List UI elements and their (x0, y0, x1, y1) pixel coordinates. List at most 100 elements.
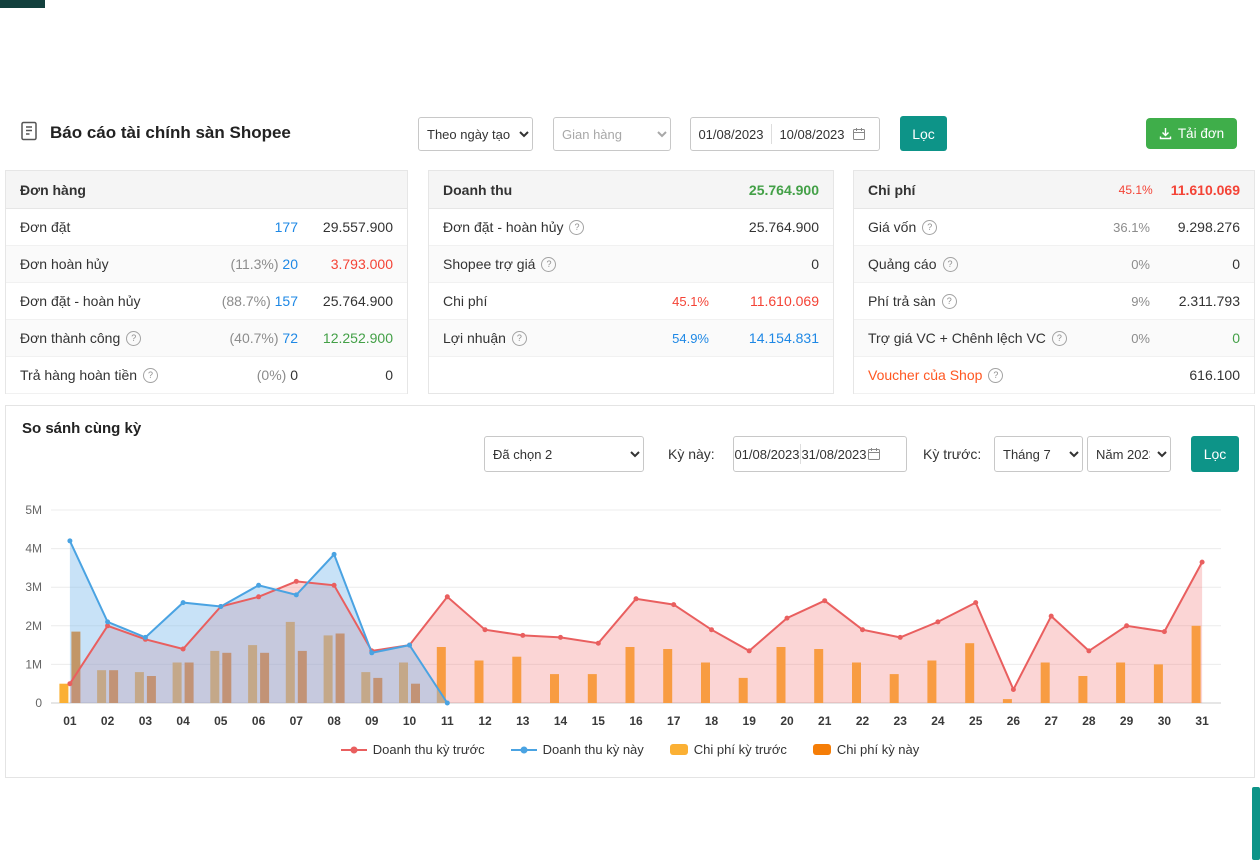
row-label: Trả hàng hoàn tiền (20, 367, 137, 383)
prev-year-select[interactable]: Năm 2023 (1087, 436, 1171, 472)
svg-text:08: 08 (327, 714, 341, 728)
costs-panel-title: Chi phí (868, 182, 915, 198)
svg-text:1M: 1M (25, 657, 42, 671)
row-value: 29.557.900 (298, 219, 393, 235)
date-from-input[interactable] (691, 127, 771, 142)
info-icon[interactable]: ? (1052, 331, 1067, 346)
legend-line-marker (341, 744, 367, 756)
row-value: 25.764.900 (709, 219, 819, 235)
row-value: 14.154.831 (709, 330, 819, 346)
metric-select[interactable]: Đã chọn 2 (484, 436, 644, 472)
panel-row: Quảng cáo?0%0 (854, 246, 1254, 283)
svg-text:14: 14 (554, 714, 568, 728)
row-label: Đơn hoàn hủy (20, 256, 109, 272)
panel-row: Đơn đặt17729.557.900 (6, 209, 407, 246)
download-button-label: Tải đơn (1178, 126, 1224, 141)
svg-text:01: 01 (63, 714, 77, 728)
filter-button[interactable]: Lọc (900, 116, 947, 151)
legend-bar-marker (813, 744, 831, 755)
store-select[interactable]: Gian hàng (553, 117, 671, 151)
this-period-label: Kỳ này: (668, 446, 715, 462)
svg-text:3M: 3M (25, 580, 42, 594)
comparison-section: So sánh cùng kỳ Đã chọn 2 Kỳ này: Kỳ trư… (5, 405, 1255, 778)
svg-text:5M: 5M (25, 503, 42, 517)
comparison-chart: 01M2M3M4M5M01020304050607080910111213141… (14, 491, 1248, 737)
svg-text:20: 20 (780, 714, 794, 728)
info-icon[interactable]: ? (541, 257, 556, 272)
costs-rows: Giá vốn?36.1%9.298.276Quảng cáo?0%0Phí t… (854, 209, 1254, 394)
svg-text:10: 10 (403, 714, 417, 728)
row-label: Đơn đặt - hoàn hủy (443, 219, 563, 235)
info-icon[interactable]: ? (988, 368, 1003, 383)
info-icon[interactable]: ? (126, 331, 141, 346)
info-icon[interactable]: ? (942, 294, 957, 309)
panel-row: Trả hàng hoàn tiền?(0%) 00 (6, 357, 407, 394)
calendar-icon[interactable] (852, 127, 866, 141)
svg-text:09: 09 (365, 714, 379, 728)
row-percent: 45.1% (639, 294, 709, 309)
legend-label: Chi phí kỳ trước (694, 742, 787, 757)
page-header: Báo cáo tài chính sàn Shopee (18, 120, 291, 145)
svg-text:05: 05 (214, 714, 228, 728)
revenue-panel: Doanh thu 25.764.900 Đơn đặt - hoàn hủy?… (428, 170, 834, 394)
row-value: 3.793.000 (298, 256, 393, 272)
row-value: 12.252.900 (298, 330, 393, 346)
legend-line-marker (511, 744, 537, 756)
row-label: Phí trả sàn (868, 293, 936, 309)
panel-row: Trợ giá VC + Chênh lệch VC?0%0 (854, 320, 1254, 357)
info-icon[interactable]: ? (143, 368, 158, 383)
svg-text:18: 18 (705, 714, 719, 728)
row-label: Lợi nhuận (443, 330, 506, 346)
revenue-panel-title: Doanh thu (443, 182, 512, 198)
row-value: 2.311.793 (1150, 293, 1240, 309)
comparison-date-range (733, 436, 907, 472)
svg-text:17: 17 (667, 714, 681, 728)
svg-text:04: 04 (176, 714, 190, 728)
page-title: Báo cáo tài chính sàn Shopee (50, 123, 291, 143)
svg-text:12: 12 (478, 714, 492, 728)
svg-text:29: 29 (1120, 714, 1134, 728)
legend-item[interactable]: Doanh thu kỳ trước (341, 742, 485, 757)
filter-type-select[interactable]: Theo ngày tạo (418, 117, 533, 151)
info-icon[interactable]: ? (922, 220, 937, 235)
row-value: 9.298.276 (1150, 219, 1240, 235)
legend-item[interactable]: Chi phí kỳ này (813, 742, 919, 757)
svg-text:2M: 2M (25, 619, 42, 633)
date-to-input[interactable] (772, 127, 852, 142)
comparison-filter-button[interactable]: Lọc (1191, 436, 1239, 472)
row-label: Đơn thành công (20, 330, 120, 346)
row-label: Giá vốn (868, 219, 916, 235)
legend-bar-marker (670, 744, 688, 755)
comparison-date-to-input[interactable] (801, 447, 867, 462)
row-label: Đơn đặt (20, 219, 70, 235)
row-label: Voucher của Shop (868, 367, 982, 383)
panel-row: Đơn thành công?(40.7%) 7212.252.900 (6, 320, 407, 357)
costs-total: 11.610.069 (1171, 182, 1240, 198)
svg-text:24: 24 (931, 714, 945, 728)
row-value: 11.610.069 (709, 293, 819, 309)
orders-panel: Đơn hàng Đơn đặt17729.557.900 Đơn hoàn hủ… (5, 170, 408, 394)
row-percent: 54.9% (639, 331, 709, 346)
download-orders-button[interactable]: Tải đơn (1146, 118, 1237, 149)
row-value: 0 (1150, 330, 1240, 346)
info-icon[interactable]: ? (943, 257, 958, 272)
orders-panel-header: Đơn hàng (6, 171, 407, 209)
legend-item[interactable]: Chi phí kỳ trước (670, 742, 787, 757)
panel-row: Lợi nhuận? 54.9%14.154.831 (429, 320, 833, 357)
legend-label: Doanh thu kỳ trước (373, 742, 485, 757)
row-value: 0 (298, 367, 393, 383)
info-icon[interactable]: ? (512, 331, 527, 346)
row-value: 0 (1150, 256, 1240, 272)
legend-item[interactable]: Doanh thu kỳ này (511, 742, 644, 757)
comparison-date-from-input[interactable] (734, 447, 800, 462)
svg-text:21: 21 (818, 714, 832, 728)
svg-text:27: 27 (1045, 714, 1059, 728)
prev-month-select[interactable]: Tháng 7 (994, 436, 1083, 472)
orders-panel-title: Đơn hàng (20, 182, 86, 198)
scrollbar[interactable] (1252, 787, 1260, 860)
info-icon[interactable]: ? (569, 220, 584, 235)
date-range (690, 117, 880, 151)
calendar-icon[interactable] (867, 447, 881, 461)
panel-row: Shopee trợ giá?0 (429, 246, 833, 283)
prev-period-label: Kỳ trước: (923, 446, 981, 462)
